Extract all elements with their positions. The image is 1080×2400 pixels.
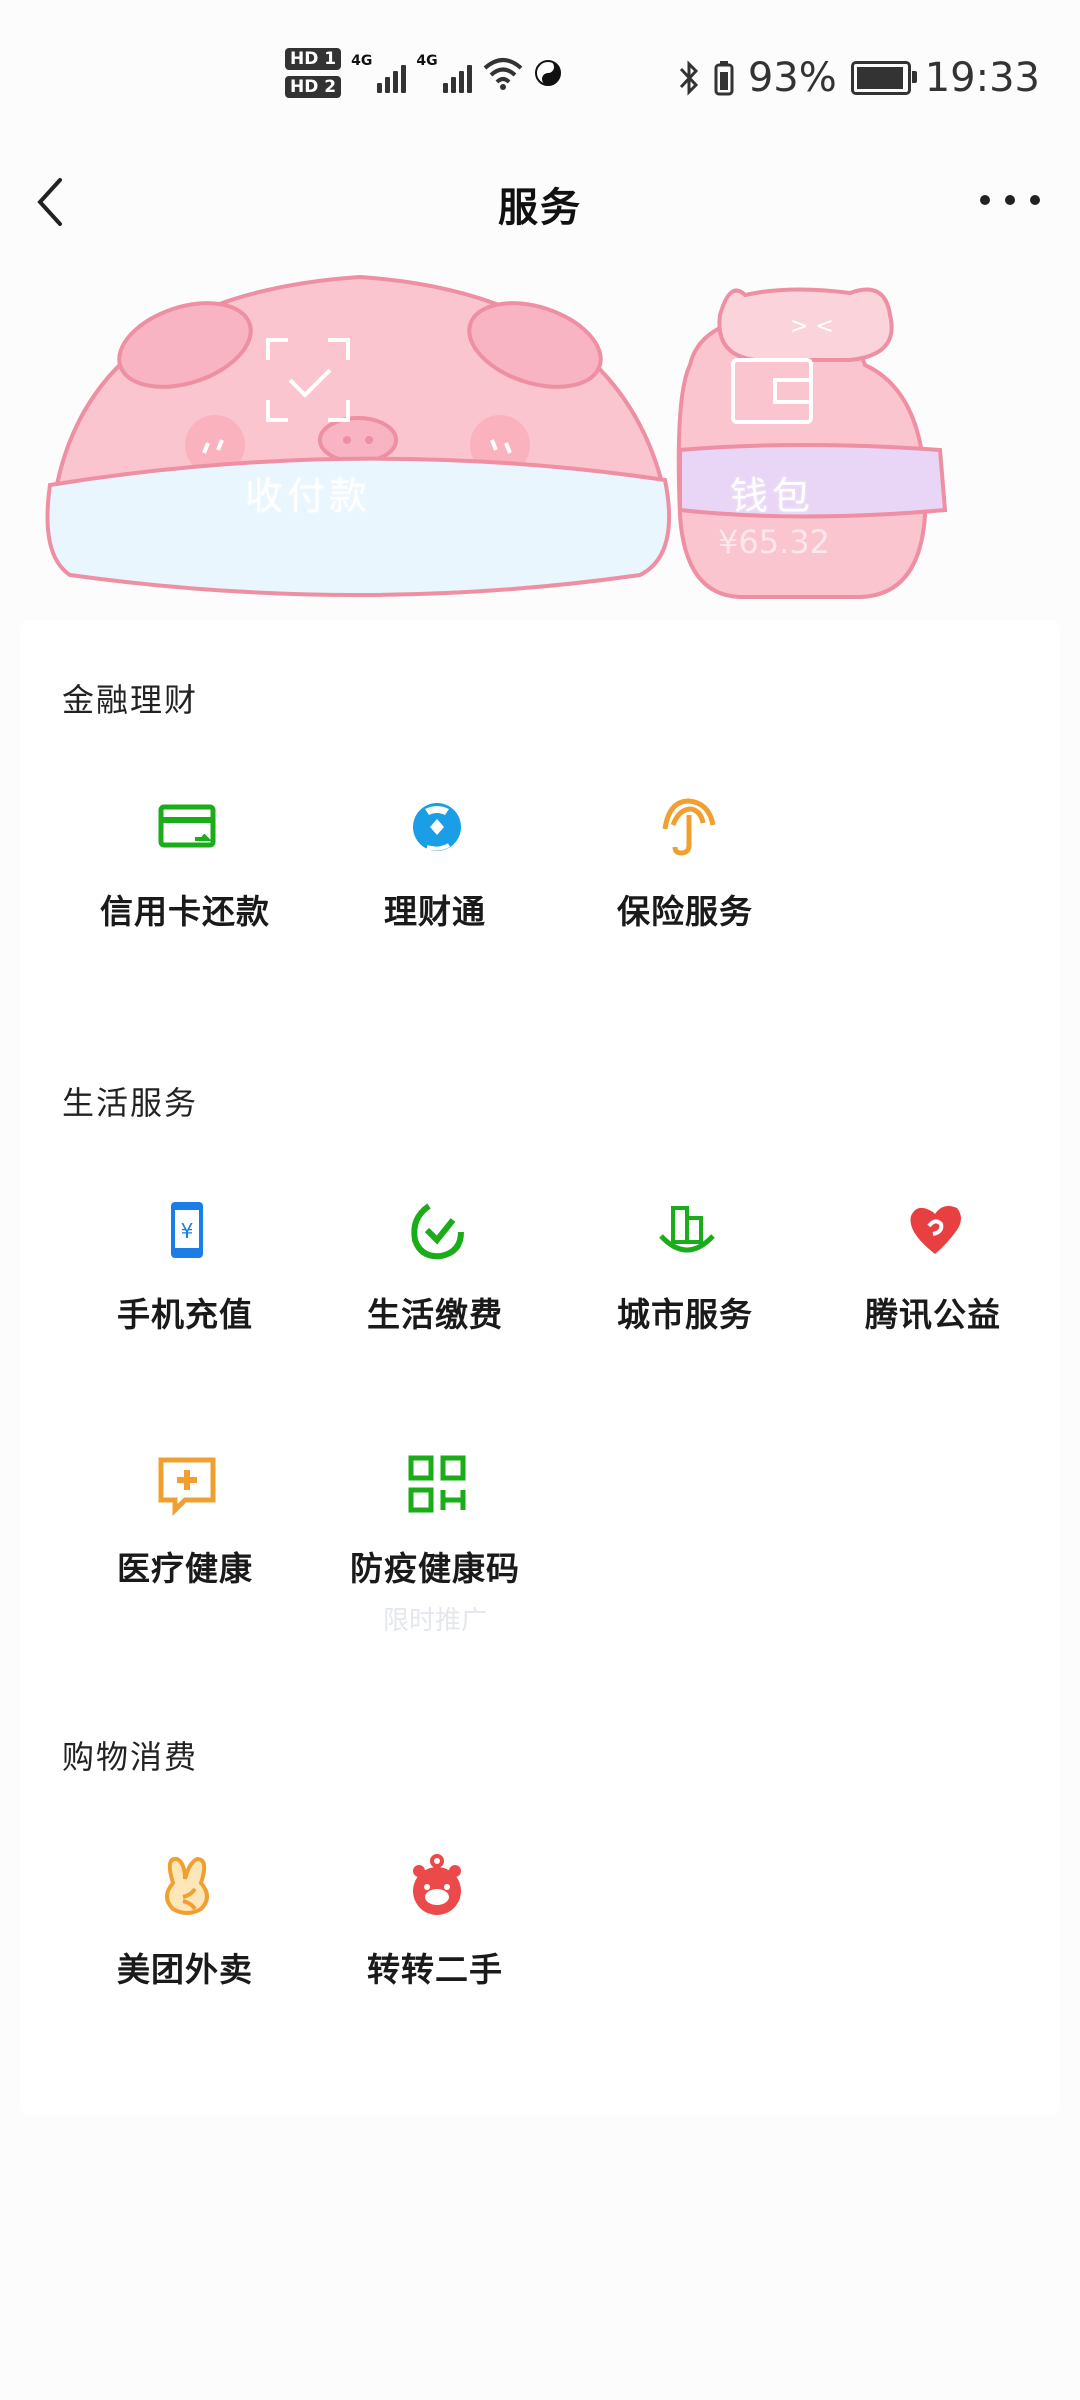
services-card: 金融理财 信用卡还款 理财通 保险服务 生活服务 ¥ 手机充值 生活缴费 城市服… (20, 620, 1060, 2115)
status-right: 93% 19:33 (678, 55, 1040, 101)
promo-tag: 限时推广 (382, 1606, 487, 1636)
page-title: 服务 (498, 185, 582, 231)
service-label: 理财通 (384, 892, 486, 931)
city-icon (659, 1206, 715, 1253)
rabbit-icon (165, 1856, 209, 1915)
utility-payment-button[interactable]: 生活缴费 (310, 1198, 560, 1368)
service-label: 生活缴费 (367, 1295, 503, 1334)
battery-icon (850, 61, 917, 95)
yin-yang-icon (534, 60, 561, 86)
zhuanzhuan-icon (413, 1854, 461, 1915)
wealth-management-button[interactable]: 理财通 (310, 795, 560, 965)
nav-header: 服务 (0, 150, 1080, 270)
health-code-button[interactable]: 防疫健康码 限时推广 (310, 1452, 560, 1636)
tencent-charity-button[interactable]: 腾讯公益 (808, 1198, 1058, 1368)
meituan-delivery-button[interactable]: 美团外卖 (60, 1853, 310, 2023)
wallet-banner: > < 收付款 钱包 ¥65.32 (0, 265, 1080, 625)
credit-card-repay-button[interactable]: 信用卡还款 (60, 795, 310, 965)
svg-text:> <: > < (790, 314, 834, 339)
signal-2-icon: 4G (416, 53, 472, 93)
city-services-button[interactable]: 城市服务 (560, 1198, 810, 1368)
wallet-balance: ¥65.32 (718, 523, 830, 561)
service-label: 转转二手 (367, 1950, 503, 1989)
battery-saver-icon (714, 61, 734, 96)
status-left: HD 1 HD 2 4G 4G (285, 48, 562, 98)
hd1-badge: HD 1 (285, 48, 342, 70)
svg-text:¥: ¥ (181, 1219, 194, 1243)
heart-icon (910, 1206, 961, 1254)
signal-1-icon: 4G (351, 53, 407, 93)
wealth-icon (413, 803, 461, 851)
credit-card-icon (158, 804, 216, 848)
qr-code-icon (408, 1455, 466, 1513)
service-label: 防疫健康码 (350, 1549, 520, 1588)
service-label: 美团外卖 (117, 1950, 253, 1989)
wifi-icon (483, 58, 522, 90)
check-leaf-icon (411, 1203, 464, 1260)
insurance-button[interactable]: 保险服务 (560, 795, 810, 965)
service-label: 信用卡还款 (100, 892, 270, 931)
pig-illustration: > < (45, 274, 948, 599)
hd2-badge: HD 2 (285, 76, 342, 98)
service-label: 城市服务 (617, 1295, 753, 1334)
medical-health-button[interactable]: 医疗健康 (60, 1452, 310, 1622)
service-label: 保险服务 (617, 892, 753, 931)
wallet-button[interactable]: 钱包 (730, 465, 814, 520)
pay-receive-button[interactable]: 收付款 (245, 465, 371, 520)
phone-topup-button[interactable]: ¥ 手机充值 (60, 1198, 310, 1368)
phone-icon: ¥ (171, 1202, 203, 1258)
zhuanzhuan-button[interactable]: 转转二手 (310, 1853, 560, 2023)
service-label: 手机充值 (117, 1295, 253, 1334)
medical-icon (158, 1457, 216, 1516)
status-bar: HD 1 HD 2 4G 4G 93% 19:33 (0, 0, 1080, 150)
battery-percent: 93% (747, 55, 837, 101)
section-title-finance: 金融理财 (62, 681, 199, 719)
service-label: 医疗健康 (117, 1549, 253, 1588)
section-title-life: 生活服务 (62, 1084, 199, 1122)
hd-indicators: HD 1 HD 2 (285, 48, 342, 98)
clock: 19:33 (924, 55, 1040, 101)
section-title-shopping: 购物消费 (62, 1738, 199, 1776)
umbrella-icon (662, 798, 716, 856)
bluetooth-icon (679, 60, 698, 96)
more-options-icon[interactable] (980, 180, 1040, 220)
service-label: 腾讯公益 (865, 1295, 1001, 1334)
